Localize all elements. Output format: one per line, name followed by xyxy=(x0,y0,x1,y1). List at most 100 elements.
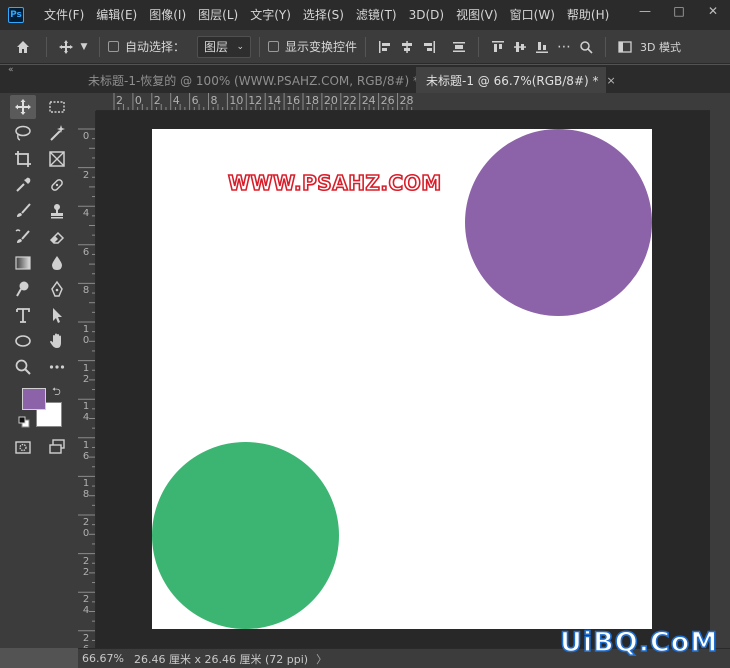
history-brush-tool-icon[interactable] xyxy=(10,225,36,249)
menu-help[interactable]: 帮助(H) xyxy=(561,0,615,30)
menu-file[interactable]: 文件(F) xyxy=(38,0,90,30)
separator xyxy=(99,36,100,57)
marquee-tool-icon[interactable] xyxy=(44,95,70,119)
default-colors-icon[interactable] xyxy=(18,416,30,428)
eraser-tool-icon[interactable] xyxy=(44,225,70,249)
menu-3d[interactable]: 3D(D) xyxy=(403,0,450,30)
collapse-panels-icon[interactable]: « xyxy=(8,65,14,75)
menu-image[interactable]: 图像(I) xyxy=(143,0,192,30)
move-tool-preset-icon[interactable] xyxy=(55,39,77,55)
separator xyxy=(478,36,480,57)
ellipse-tool-icon[interactable] xyxy=(10,329,36,353)
ruler-label: 2 xyxy=(116,94,123,107)
hand-tool-icon[interactable] xyxy=(44,329,70,353)
crop-tool-icon[interactable] xyxy=(10,147,36,171)
canvas-workspace[interactable]: WWW.PSAHZ.COM xyxy=(96,111,710,648)
ruler-label: 20 xyxy=(323,94,338,107)
move-tool-icon[interactable] xyxy=(10,95,36,119)
align-left-icon[interactable] xyxy=(374,36,396,58)
auto-select-dropdown[interactable]: 图层 ⌄ xyxy=(197,35,252,58)
pen-tool-icon[interactable] xyxy=(44,277,70,301)
separator xyxy=(365,36,367,57)
ruler-label: 24 xyxy=(82,594,90,617)
auto-select-checkbox[interactable] xyxy=(108,41,119,52)
minimize-button[interactable]: — xyxy=(628,0,662,22)
maximize-button[interactable]: □ xyxy=(662,0,696,22)
dodge-tool-icon[interactable] xyxy=(10,277,36,301)
magic-wand-tool-icon[interactable] xyxy=(44,121,70,145)
path-selection-tool-icon[interactable] xyxy=(44,303,70,327)
chevron-down-icon: ⌄ xyxy=(236,41,245,52)
document-canvas[interactable]: WWW.PSAHZ.COM xyxy=(152,129,652,629)
close-button[interactable]: ✕ xyxy=(696,0,730,22)
ruler-label: 28 xyxy=(399,94,414,107)
purple-circle-shape[interactable] xyxy=(465,129,652,316)
ruler-label: 14 xyxy=(267,94,282,107)
menu-window[interactable]: 窗口(W) xyxy=(504,0,561,30)
ruler-label: 8 xyxy=(210,94,218,107)
site-watermark-logo: UiBQ.CoM xyxy=(559,626,719,659)
ruler-label: 6 xyxy=(191,94,199,107)
align-middle-icon[interactable] xyxy=(509,36,531,58)
show-transform-checkbox[interactable] xyxy=(268,41,280,52)
type-tool-icon[interactable] xyxy=(10,303,36,327)
menu-view[interactable]: 视图(V) xyxy=(450,0,504,30)
green-circle-shape[interactable] xyxy=(152,442,339,629)
workspace-icon[interactable] xyxy=(614,36,636,58)
menu-select[interactable]: 选择(S) xyxy=(297,0,350,30)
ruler-label: 26 xyxy=(82,632,90,648)
clone-stamp-tool-icon[interactable] xyxy=(44,199,70,223)
auto-select-value: 图层 xyxy=(204,40,229,54)
foreground-color-swatch[interactable] xyxy=(22,388,46,410)
status-menu-arrow-icon[interactable]: 〉 xyxy=(316,651,327,667)
brush-tool-icon[interactable] xyxy=(10,199,36,223)
more-options-icon[interactable]: ⋯ xyxy=(553,36,575,58)
ruler-label: 0 xyxy=(134,94,142,107)
swap-colors-icon[interactable]: ⮌ xyxy=(52,383,61,402)
options-bar: ▼ 自动选择： 图层 ⌄ 显示变换控件 ⋯ 3D 模式 xyxy=(0,30,730,64)
menu-filter[interactable]: 滤镜(T) xyxy=(350,0,403,30)
document-tab-strip: « 未标题-1-恢复的 @ 100% (WWW.PSAHZ.COM, RGB/8… xyxy=(0,65,730,93)
vertical-ruler[interactable]: 02468101214161820222426 xyxy=(78,111,96,648)
separator xyxy=(46,36,47,57)
blur-tool-icon[interactable] xyxy=(44,251,70,275)
healing-brush-tool-icon[interactable] xyxy=(44,173,70,197)
lasso-tool-icon[interactable] xyxy=(10,121,36,145)
ruler-label: 14 xyxy=(82,401,90,424)
search-icon[interactable] xyxy=(575,36,597,58)
align-bottom-icon[interactable] xyxy=(531,36,553,58)
align-right-icon[interactable] xyxy=(418,36,440,58)
document-size: 26.46 厘米 x 26.46 厘米 (72 ppi) xyxy=(134,652,309,666)
close-icon[interactable]: × xyxy=(607,74,616,87)
screen-mode-icon[interactable] xyxy=(44,435,70,459)
menu-edit[interactable]: 编辑(E) xyxy=(90,0,143,30)
menu-type[interactable]: 文字(Y) xyxy=(244,0,297,30)
tab-label: 未标题-1-恢复的 @ 100% (WWW.PSAHZ.COM, RGB/8#)… xyxy=(88,73,420,88)
frame-tool-icon[interactable] xyxy=(44,147,70,171)
3d-mode-label[interactable]: 3D 模式 xyxy=(640,39,681,55)
home-icon[interactable] xyxy=(8,39,38,55)
menu-layer[interactable]: 图层(L) xyxy=(192,0,244,30)
zoom-tool-icon[interactable] xyxy=(10,355,36,379)
distribute-icon[interactable] xyxy=(448,36,470,58)
horizontal-ruler[interactable]: 2 0 2 4 6 8 10 12 14 16 18 20 22 24 26 28 xyxy=(96,93,710,111)
gradient-tool-icon[interactable] xyxy=(10,251,36,275)
tab-recovered-document[interactable]: 未标题-1-恢复的 @ 100% (WWW.PSAHZ.COM, RGB/8#)… xyxy=(80,67,436,93)
zoom-level[interactable]: 66.67% xyxy=(82,652,130,665)
ruler-label: 22 xyxy=(342,94,357,107)
watermark-text[interactable]: WWW.PSAHZ.COM xyxy=(227,170,442,196)
window-controls: — □ ✕ xyxy=(628,0,730,22)
chevron-down-icon[interactable]: ▼ xyxy=(77,42,91,52)
quick-mask-icon[interactable] xyxy=(10,435,36,459)
tools-panel: ⮌ xyxy=(0,93,78,648)
align-top-icon[interactable] xyxy=(487,36,509,58)
align-center-icon[interactable] xyxy=(396,36,418,58)
ruler-label: 0 xyxy=(82,131,90,142)
ruler-label: 10 xyxy=(229,94,244,107)
tab-untitled-document[interactable]: 未标题-1 @ 66.7%(RGB/8#) * × xyxy=(416,67,616,93)
ruler-origin[interactable] xyxy=(78,93,96,111)
eyedropper-tool-icon[interactable] xyxy=(10,173,36,197)
ruler-label: 4 xyxy=(82,208,90,220)
more-tools-icon[interactable] xyxy=(44,355,70,379)
separator xyxy=(259,36,261,57)
